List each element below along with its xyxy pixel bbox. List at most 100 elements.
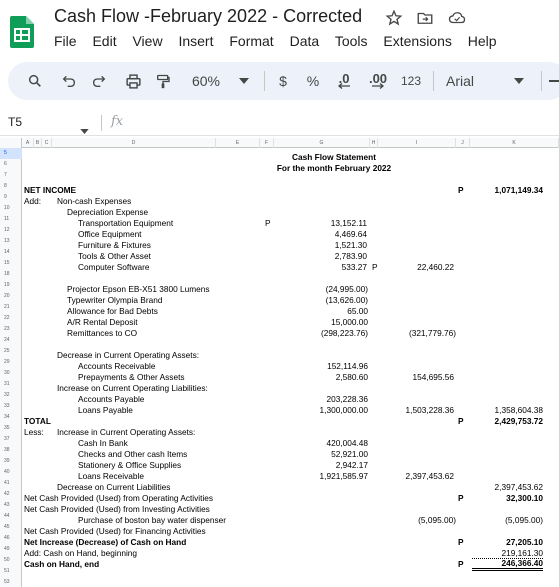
redo-icon[interactable] — [90, 72, 108, 90]
row-header[interactable]: 53 — [0, 577, 22, 587]
column-header-j[interactable]: J — [456, 138, 470, 148]
row-header[interactable]: 37 — [0, 434, 22, 445]
menu-help[interactable]: Help — [468, 33, 497, 49]
purchase-k-value[interactable]: (5,095.00) — [472, 515, 543, 526]
menu-tools[interactable]: Tools — [335, 33, 368, 49]
formula-input[interactable] — [135, 113, 555, 131]
inc-item-label[interactable]: Cash In Bank — [78, 438, 128, 449]
end-label[interactable]: Cash on Hand, end — [24, 559, 99, 570]
row-header[interactable]: 33 — [0, 401, 22, 412]
select-all-corner[interactable] — [0, 138, 22, 148]
row-header[interactable]: 10 — [0, 203, 22, 214]
inc-item-value[interactable]: 420,004.48 — [292, 438, 368, 449]
row-header[interactable]: 35 — [0, 423, 22, 434]
dep-item-value[interactable]: 13,152.11 — [292, 218, 367, 229]
other-item-value[interactable]: (24,995.00) — [292, 284, 368, 295]
operating-currency[interactable]: P — [458, 493, 464, 504]
row-header[interactable]: 22 — [0, 313, 22, 324]
other-item-label[interactable]: Typewriter Olympia Brand — [67, 295, 162, 306]
dep-item-value[interactable]: 533.27 — [292, 262, 367, 273]
net-income-label[interactable]: NET INCOME — [24, 185, 76, 196]
font-size-decrease-icon[interactable] — [548, 72, 559, 90]
row-header[interactable]: 38 — [0, 445, 22, 456]
row-header[interactable]: 51 — [0, 566, 22, 577]
other-item-label[interactable]: Remittances to CO — [67, 328, 137, 339]
row-header[interactable]: 31 — [0, 379, 22, 390]
inc-liab-item-value[interactable]: 203,228.36 — [292, 394, 368, 405]
row-header[interactable]: 29 — [0, 357, 22, 368]
inc-item-label[interactable]: Loans Receivable — [78, 471, 144, 482]
net-increase-label[interactable]: Net Increase (Decrease) of Cash on Hand — [24, 537, 186, 548]
dec-item-label[interactable]: Prepayments & Other Assets — [78, 372, 185, 383]
row-header[interactable]: 25 — [0, 346, 22, 357]
undo-icon[interactable] — [60, 72, 78, 90]
operating-value[interactable]: 32,300.10 — [472, 493, 543, 504]
other-total-value[interactable]: (321,779.76) — [382, 328, 456, 339]
total-currency[interactable]: P — [458, 416, 464, 427]
star-icon[interactable] — [385, 9, 405, 27]
row-header[interactable]: 6 — [0, 159, 22, 170]
inc-liab-total-k-value[interactable]: 1,358,604.38 — [472, 405, 543, 416]
column-header-a[interactable]: A — [22, 138, 34, 148]
move-folder-icon[interactable] — [415, 9, 435, 27]
less-label[interactable]: Less: — [24, 427, 44, 438]
row-header[interactable]: 15 — [0, 258, 22, 269]
row-header[interactable]: 9 — [0, 192, 22, 203]
inc-total-value[interactable]: 2,397,453.62 — [382, 471, 454, 482]
menu-view[interactable]: View — [132, 33, 162, 49]
dep-item-label[interactable]: Office Equipment — [78, 229, 142, 240]
column-header-g[interactable]: G — [274, 138, 370, 148]
dep-item-label[interactable]: Transportation Equipment — [78, 218, 173, 229]
row-header[interactable]: 32 — [0, 390, 22, 401]
row-header[interactable]: 30 — [0, 368, 22, 379]
column-header-i[interactable]: I — [378, 138, 456, 148]
cloud-status-icon[interactable] — [447, 9, 467, 27]
font-select[interactable]: Arial — [446, 72, 482, 90]
purchase-label[interactable]: Purchase of boston bay water dispenser — [78, 515, 226, 526]
dep-item-label[interactable]: Computer Software — [78, 262, 149, 273]
decrease-decimal-button[interactable]: .0 — [334, 72, 354, 90]
row-header[interactable]: 13 — [0, 236, 22, 247]
row-header[interactable]: 39 — [0, 456, 22, 467]
chevron-down-icon[interactable] — [80, 121, 89, 139]
row-header[interactable]: 12 — [0, 225, 22, 236]
name-box[interactable]: T5 — [8, 115, 22, 129]
dec-item-value[interactable]: 152,114.96 — [292, 361, 368, 372]
row-header[interactable]: 5 — [0, 148, 22, 159]
end-currency[interactable]: P — [458, 559, 464, 570]
other-item-value[interactable]: (298,223.76) — [292, 328, 368, 339]
menu-insert[interactable]: Insert — [178, 33, 213, 49]
row-header[interactable]: 14 — [0, 247, 22, 258]
zoom-select[interactable]: 60% — [188, 72, 224, 90]
menu-edit[interactable]: Edit — [92, 33, 116, 49]
inc-liab-item-label[interactable]: Loans Payable — [78, 405, 133, 416]
inc-assets-label[interactable]: Increase in Current Operating Assets: — [57, 427, 195, 438]
other-item-value[interactable]: (13,626.00) — [292, 295, 368, 306]
dec-total-value[interactable]: 154,695.56 — [382, 372, 454, 383]
net-increase-currency[interactable]: P — [458, 537, 464, 548]
dep-total-value[interactable]: 22,460.22 — [382, 262, 454, 273]
row-header[interactable]: 41 — [0, 478, 22, 489]
beginning-label[interactable]: Add: Cash on Hand, beginning — [24, 548, 137, 559]
sheet-title[interactable]: Cash Flow Statement — [274, 152, 394, 163]
other-item-value[interactable]: 15,000.00 — [292, 317, 368, 328]
inc-item-label[interactable]: Stationery & Office Supplies — [78, 460, 181, 471]
other-item-label[interactable]: Allowance for Bad Debts — [67, 306, 158, 317]
row-header[interactable]: 18 — [0, 269, 22, 280]
row-header[interactable]: 7 — [0, 170, 22, 181]
sheet-subtitle[interactable]: For the month February 2022 — [254, 163, 414, 174]
row-header[interactable]: 34 — [0, 412, 22, 423]
inc-item-value[interactable]: 2,942.17 — [292, 460, 368, 471]
inc-liab-total-value[interactable]: 1,503,228.36 — [382, 405, 454, 416]
other-item-label[interactable]: A/R Rental Deposit — [67, 317, 138, 328]
dep-item-value[interactable]: 1,521.30 — [292, 240, 367, 251]
row-header[interactable]: 45 — [0, 522, 22, 533]
menu-data[interactable]: Data — [290, 33, 320, 49]
row-header[interactable]: 8 — [0, 181, 22, 192]
column-header-e[interactable]: E — [216, 138, 260, 148]
paint-format-icon[interactable] — [154, 72, 172, 90]
row-header[interactable]: 24 — [0, 335, 22, 346]
column-header-c[interactable]: C — [42, 138, 52, 148]
inc-liab-item-value[interactable]: 1,300,000.00 — [292, 405, 368, 416]
inc-item-value[interactable]: 52,921.00 — [292, 449, 368, 460]
